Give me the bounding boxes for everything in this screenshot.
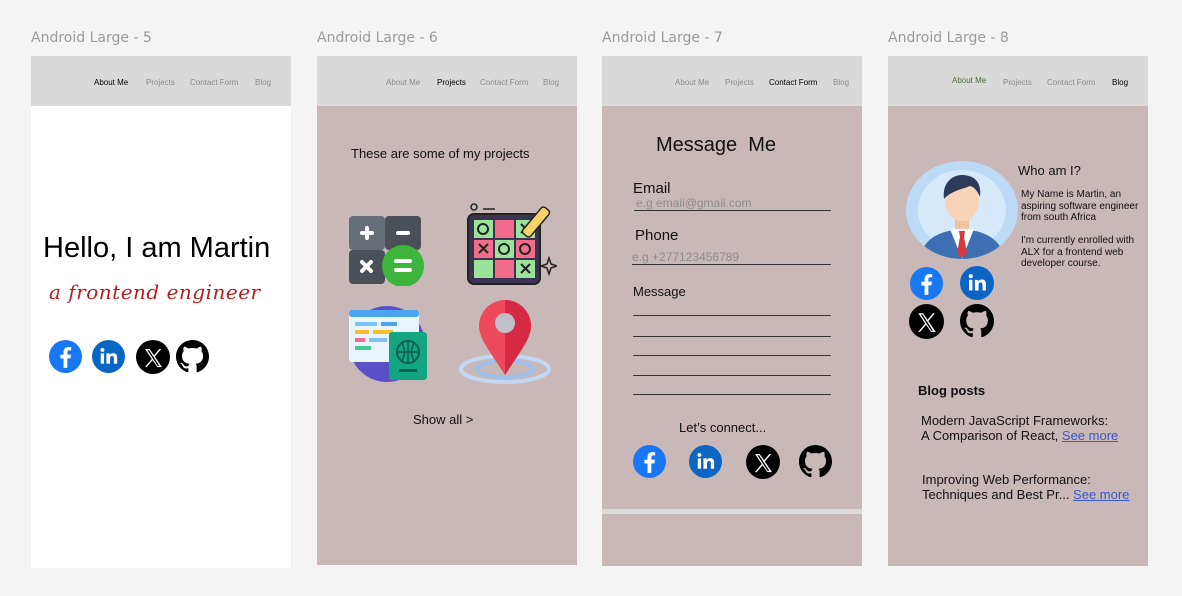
see-more-link[interactable]: See more [1062,428,1118,443]
phone-label: Phone [635,227,679,244]
email-field[interactable]: e.g email@gmail.com [636,196,752,210]
nav-projects[interactable]: Projects [725,78,754,87]
blog-post-1: Modern JavaScript Frameworks: A Comparis… [921,413,1119,443]
nav-about[interactable]: About Me [386,78,420,87]
frame-label: Android Large - 5 [31,30,152,46]
greeting-heading: Hello, I am Martin [43,232,271,264]
frame-projects: About Me Projects Contact Form Blog Thes… [317,56,577,565]
frame-blog: About Me Projects Contact Form Blog Who … [888,56,1148,566]
see-more-link[interactable]: See more [1073,487,1129,502]
footer-divider [602,509,862,514]
role-subtitle: a frontend engineer [49,280,261,304]
bio-paragraph-2: I'm currently enrolled with ALX for a fro… [1021,235,1135,269]
blog-post-2: Improving Web Performance: Techniques an… [922,472,1130,502]
nav-contact[interactable]: Contact Form [1047,78,1095,87]
tic-tac-toe-icon[interactable] [465,201,557,287]
linkedin-icon[interactable] [92,340,125,373]
nav-blog[interactable]: Blog [255,78,271,87]
nav-about[interactable]: About Me [952,76,986,85]
nav-about[interactable]: About Me [94,78,128,87]
nav-about[interactable]: About Me [675,78,709,87]
frame-label: Android Large - 8 [888,30,1009,46]
message-label: Message [633,284,686,299]
nav-contact[interactable]: Contact Form [769,78,817,87]
x-icon[interactable] [746,445,780,479]
blog-posts-heading: Blog posts [918,383,986,398]
show-all-link[interactable]: Show all > [413,412,473,427]
linkedin-icon[interactable] [689,445,722,478]
nav-projects[interactable]: Projects [437,78,466,87]
facebook-icon[interactable] [633,445,666,478]
facebook-icon[interactable] [49,340,82,373]
projects-heading: These are some of my projects [351,146,530,161]
bio-paragraph-1: My Name is Martin, an aspiring software e… [1021,189,1139,223]
frame-label: Android Large - 7 [602,30,723,46]
nav-blog[interactable]: Blog [833,78,849,87]
frame-home: About Me Projects Contact Form Blog Hell… [31,56,291,568]
nav-blog[interactable]: Blog [543,78,559,87]
nav-bar: About Me Projects Contact Form Blog [888,56,1148,106]
nav-contact[interactable]: Contact Form [480,78,528,87]
who-heading: Who am I? [1018,163,1081,178]
phone-underline [632,264,831,265]
web-passport-icon[interactable] [347,302,429,382]
frame-label: Android Large - 6 [317,30,438,46]
x-icon[interactable] [909,304,944,339]
facebook-icon[interactable] [910,267,943,300]
github-icon[interactable] [799,445,832,478]
email-label: Email [633,180,671,197]
connect-label: Let’s connect... [679,420,767,435]
nav-projects[interactable]: Projects [146,78,175,87]
location-pin-icon[interactable] [457,299,553,385]
nav-bar: About Me Projects Contact Form Blog [602,56,862,106]
linkedin-icon[interactable] [960,266,994,300]
calculator-icon[interactable] [347,214,427,286]
github-icon[interactable] [960,304,994,338]
frame-contact: About Me Projects Contact Form Blog Mess… [602,56,862,566]
nav-projects[interactable]: Projects [1003,78,1032,87]
email-underline [634,210,831,211]
phone-field[interactable]: e.g +277123456789 [632,250,739,264]
nav-bar: About Me Projects Contact Form Blog [31,56,291,106]
avatar [906,161,1018,259]
nav-bar: About Me Projects Contact Form Blog [317,56,577,106]
github-icon[interactable] [176,340,209,373]
x-icon[interactable] [136,340,170,374]
nav-blog[interactable]: Blog [1112,78,1128,87]
nav-contact[interactable]: Contact Form [190,78,238,87]
contact-heading: Message Me [656,134,777,156]
